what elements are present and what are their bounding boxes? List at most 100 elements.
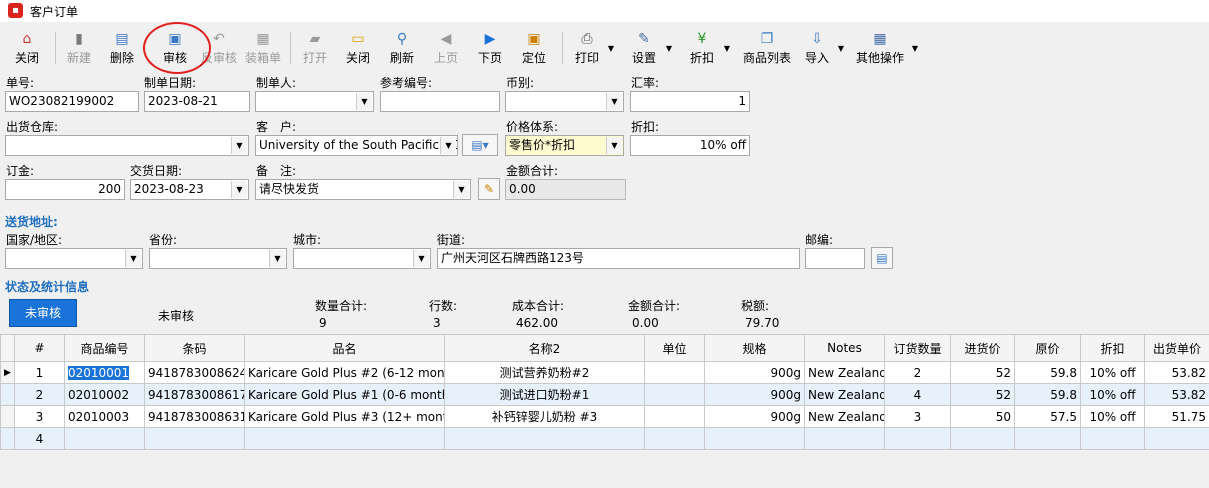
- table-cell[interactable]: 53.82: [1144, 383, 1209, 406]
- close-button[interactable]: ⌂ 关闭: [8, 24, 46, 70]
- order-no-field[interactable]: WO23082199002: [5, 91, 139, 112]
- maker-select[interactable]: ▼: [255, 91, 374, 112]
- table-cell[interactable]: [704, 427, 805, 450]
- remark-select[interactable]: 请尽快发货 ▼: [255, 179, 471, 200]
- table-cell[interactable]: Karicare Gold Plus #1 (0-6 months): [244, 383, 445, 406]
- col-header[interactable]: 折扣: [1080, 334, 1145, 362]
- refresh-button[interactable]: ⚲ 刷新: [385, 24, 419, 70]
- chevron-down-icon[interactable]: ▼: [838, 44, 844, 53]
- table-cell[interactable]: 2: [14, 383, 65, 406]
- status-button[interactable]: 未审核: [9, 299, 77, 327]
- table-row[interactable]: 2 02010002 9418783008617 Karicare Gold P…: [0, 383, 1209, 406]
- table-cell[interactable]: 10% off: [1080, 361, 1145, 384]
- table-cell[interactable]: 02010003: [64, 405, 145, 428]
- zip-field[interactable]: [805, 248, 865, 269]
- table-cell[interactable]: 57.5: [1014, 405, 1081, 428]
- table-cell[interactable]: 59.8: [1014, 361, 1081, 384]
- table-cell[interactable]: 3: [884, 405, 951, 428]
- remark-edit-button[interactable]: ✎: [478, 178, 500, 200]
- warehouse-select[interactable]: ▼: [5, 135, 249, 156]
- table-cell[interactable]: 59.8: [1014, 383, 1081, 406]
- table-cell[interactable]: 10% off: [1080, 405, 1145, 428]
- chevron-down-icon[interactable]: ▼: [453, 181, 469, 198]
- chevron-down-icon[interactable]: ▼: [440, 137, 456, 154]
- packing-list-button[interactable]: ▦ 装箱单: [243, 24, 283, 70]
- table-cell[interactable]: [644, 383, 705, 406]
- ref-field[interactable]: [380, 91, 500, 112]
- chevron-down-icon[interactable]: ▼: [413, 250, 429, 267]
- table-cell[interactable]: Karicare Gold Plus #2 (6-12 months): [244, 361, 445, 384]
- chevron-down-icon[interactable]: ▼: [231, 181, 247, 198]
- table-cell[interactable]: 4: [884, 383, 951, 406]
- address-book-button[interactable]: ▤: [871, 247, 893, 269]
- prev-page-button[interactable]: ◀ 上页: [429, 24, 463, 70]
- import-button[interactable]: ⇩ 导入 ▼: [800, 24, 844, 70]
- col-header[interactable]: 商品编号: [64, 334, 145, 362]
- table-cell[interactable]: 9418783008631: [144, 405, 245, 428]
- close-doc-button[interactable]: ▭ 关闭: [341, 24, 375, 70]
- street-field[interactable]: 广州天河区石牌西路123号: [437, 248, 800, 269]
- unaudit-button[interactable]: ↶ 反审核: [198, 24, 240, 70]
- country-select[interactable]: ▼: [5, 248, 143, 269]
- col-header[interactable]: 条码: [144, 334, 245, 362]
- table-cell[interactable]: New Zealand: [804, 405, 885, 428]
- chevron-down-icon[interactable]: ▼: [666, 44, 672, 53]
- table-cell[interactable]: [1144, 427, 1209, 450]
- chevron-down-icon[interactable]: ▼: [724, 44, 730, 53]
- currency-select[interactable]: ▼: [505, 91, 624, 112]
- table-cell[interactable]: [644, 405, 705, 428]
- table-cell[interactable]: 900g: [704, 361, 805, 384]
- table-cell[interactable]: [144, 427, 245, 450]
- chevron-down-icon[interactable]: ▼: [606, 93, 622, 110]
- table-cell[interactable]: Karicare Gold Plus #3 (12+ months): [244, 405, 445, 428]
- col-header[interactable]: #: [14, 334, 65, 362]
- customer-select[interactable]: University of the South Pacific (IC ▼: [255, 135, 458, 156]
- table-cell[interactable]: 补钙锌婴儿奶粉 #3: [444, 405, 645, 428]
- col-header[interactable]: 订货数量: [884, 334, 951, 362]
- table-cell[interactable]: 9418783008624: [144, 361, 245, 384]
- table-row[interactable]: 4: [0, 427, 1209, 450]
- table-cell[interactable]: [644, 361, 705, 384]
- delete-button[interactable]: ▤ 删除: [105, 24, 139, 70]
- next-page-button[interactable]: ▶ 下页: [473, 24, 507, 70]
- chevron-down-icon[interactable]: ▼: [912, 44, 918, 53]
- col-header[interactable]: 单位: [644, 334, 705, 362]
- col-header[interactable]: 名称2: [444, 334, 645, 362]
- table-cell[interactable]: 900g: [704, 405, 805, 428]
- date-field[interactable]: 2023-08-21: [144, 91, 250, 112]
- table-cell[interactable]: New Zealand: [804, 361, 885, 384]
- table-cell[interactable]: New Zealand: [804, 383, 885, 406]
- chevron-down-icon[interactable]: ▼: [606, 137, 622, 154]
- table-cell[interactable]: 52: [950, 361, 1015, 384]
- table-cell[interactable]: 02010002: [64, 383, 145, 406]
- table-cell[interactable]: [1014, 427, 1081, 450]
- table-cell[interactable]: [804, 427, 885, 450]
- delivery-select[interactable]: 2023-08-23 ▼: [130, 179, 249, 200]
- table-cell[interactable]: [644, 427, 705, 450]
- discount-button[interactable]: ¥ 折扣 ▼: [684, 24, 730, 70]
- table-cell[interactable]: 900g: [704, 383, 805, 406]
- customer-lookup-button[interactable]: ▤▾: [462, 134, 498, 156]
- chevron-down-icon[interactable]: ▼: [125, 250, 141, 267]
- city-select[interactable]: ▼: [293, 248, 431, 269]
- table-cell[interactable]: 4: [14, 427, 65, 450]
- table-cell[interactable]: 测试营养奶粉#2: [444, 361, 645, 384]
- settings-button[interactable]: ✎ 设置 ▼: [626, 24, 672, 70]
- print-button[interactable]: ⎙ 打印 ▼: [570, 24, 614, 70]
- table-cell[interactable]: 测试进口奶粉#1: [444, 383, 645, 406]
- price-select[interactable]: 零售价*折扣 ▼: [505, 135, 624, 156]
- chevron-down-icon[interactable]: ▼: [269, 250, 285, 267]
- table-cell[interactable]: [64, 427, 145, 450]
- product-list-button[interactable]: ❐ 商品列表: [740, 24, 794, 70]
- locate-button[interactable]: ▣ 定位: [517, 24, 551, 70]
- table-cell[interactable]: 10% off: [1080, 383, 1145, 406]
- deposit-field[interactable]: 200: [5, 179, 125, 200]
- table-cell[interactable]: 9418783008617: [144, 383, 245, 406]
- chevron-down-icon[interactable]: ▼: [231, 137, 247, 154]
- table-cell[interactable]: [884, 427, 951, 450]
- table-row[interactable]: ▶ 1 02010001 9418783008624 Karicare Gold…: [0, 361, 1209, 384]
- other-actions-button[interactable]: ▦ 其他操作 ▼: [852, 24, 918, 70]
- col-header[interactable]: Notes: [804, 334, 885, 362]
- table-cell[interactable]: 3: [14, 405, 65, 428]
- table-cell[interactable]: 51.75: [1144, 405, 1209, 428]
